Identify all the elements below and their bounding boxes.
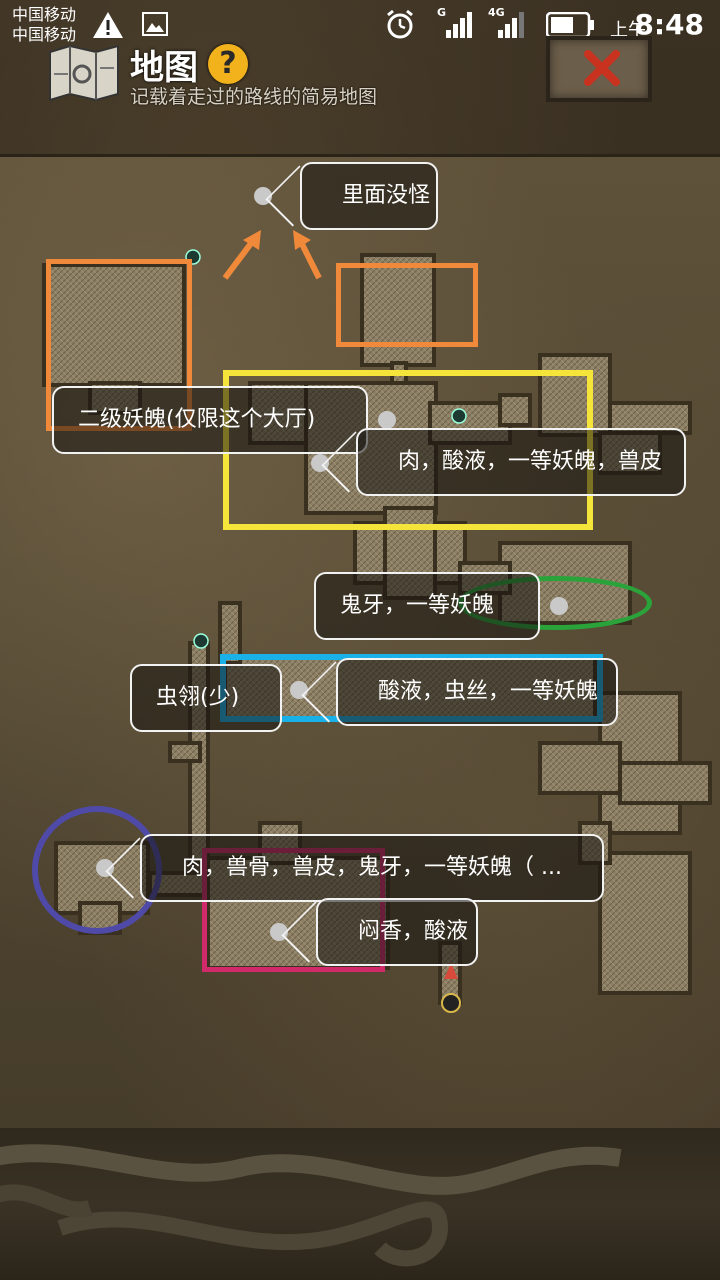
- carrier-name: 中国移动: [12, 5, 77, 24]
- page-subtitle: 记载着走过的路线的简易地图: [130, 86, 378, 108]
- image-icon: [142, 12, 168, 36]
- map-header: 地图 ? 记载着走过的路线的简易地图: [0, 36, 720, 156]
- callout-drop-meat-bone[interactable]: 肉，兽骨，兽皮，鬼牙，一等妖魄（ ...: [140, 834, 604, 902]
- callout-drop-wing[interactable]: 虫翎(少): [130, 664, 282, 732]
- callout-drop-incense[interactable]: 闷香，酸液: [316, 898, 478, 966]
- callout-no-monsters[interactable]: 里面没怪: [300, 162, 438, 230]
- callout-label: 里面没怪: [342, 183, 431, 208]
- callout-label: 闷香，酸液: [358, 919, 469, 944]
- callout-level2-hall[interactable]: 二级妖魄(仅限这个大厅): [52, 386, 368, 454]
- battery-icon: [546, 12, 594, 38]
- game-screen: 中国移动 中国移动 G 4G 上午 8:48 地图 ? 记载着走过的路线的简易地…: [0, 0, 720, 1280]
- callout-label: 酸液，虫丝，一等妖魄: [378, 679, 599, 704]
- callout-label: 肉，兽骨，兽皮，鬼牙，一等妖魄（ ...: [182, 855, 562, 880]
- callout-drop-meat-acid[interactable]: 肉，酸液，一等妖魄，兽皮: [356, 428, 686, 496]
- map-point[interactable]: [550, 597, 568, 615]
- orange-arrows: [222, 230, 322, 280]
- signal-icon: [446, 12, 472, 38]
- callout-drop-fang[interactable]: 鬼牙，一等妖魄: [314, 572, 540, 640]
- callout-label: 二级妖魄(仅限这个大厅): [78, 407, 316, 432]
- rope-decoration: [0, 1128, 720, 1280]
- callout-label: 鬼牙，一等妖魄: [340, 593, 495, 618]
- callout-drop-acid-silk[interactable]: 酸液，虫丝，一等妖魄: [336, 658, 618, 726]
- map-point[interactable]: [378, 411, 396, 429]
- annotation-box-orange: [336, 263, 478, 347]
- callout-label: 肉，酸液，一等妖魄，兽皮: [398, 449, 663, 474]
- close-button[interactable]: [546, 36, 652, 102]
- signal-icon: [498, 12, 524, 38]
- callout-label: 虫翎(少): [156, 685, 240, 710]
- help-icon[interactable]: ?: [208, 44, 248, 84]
- map-icon: [49, 44, 119, 102]
- close-icon: [584, 50, 620, 86]
